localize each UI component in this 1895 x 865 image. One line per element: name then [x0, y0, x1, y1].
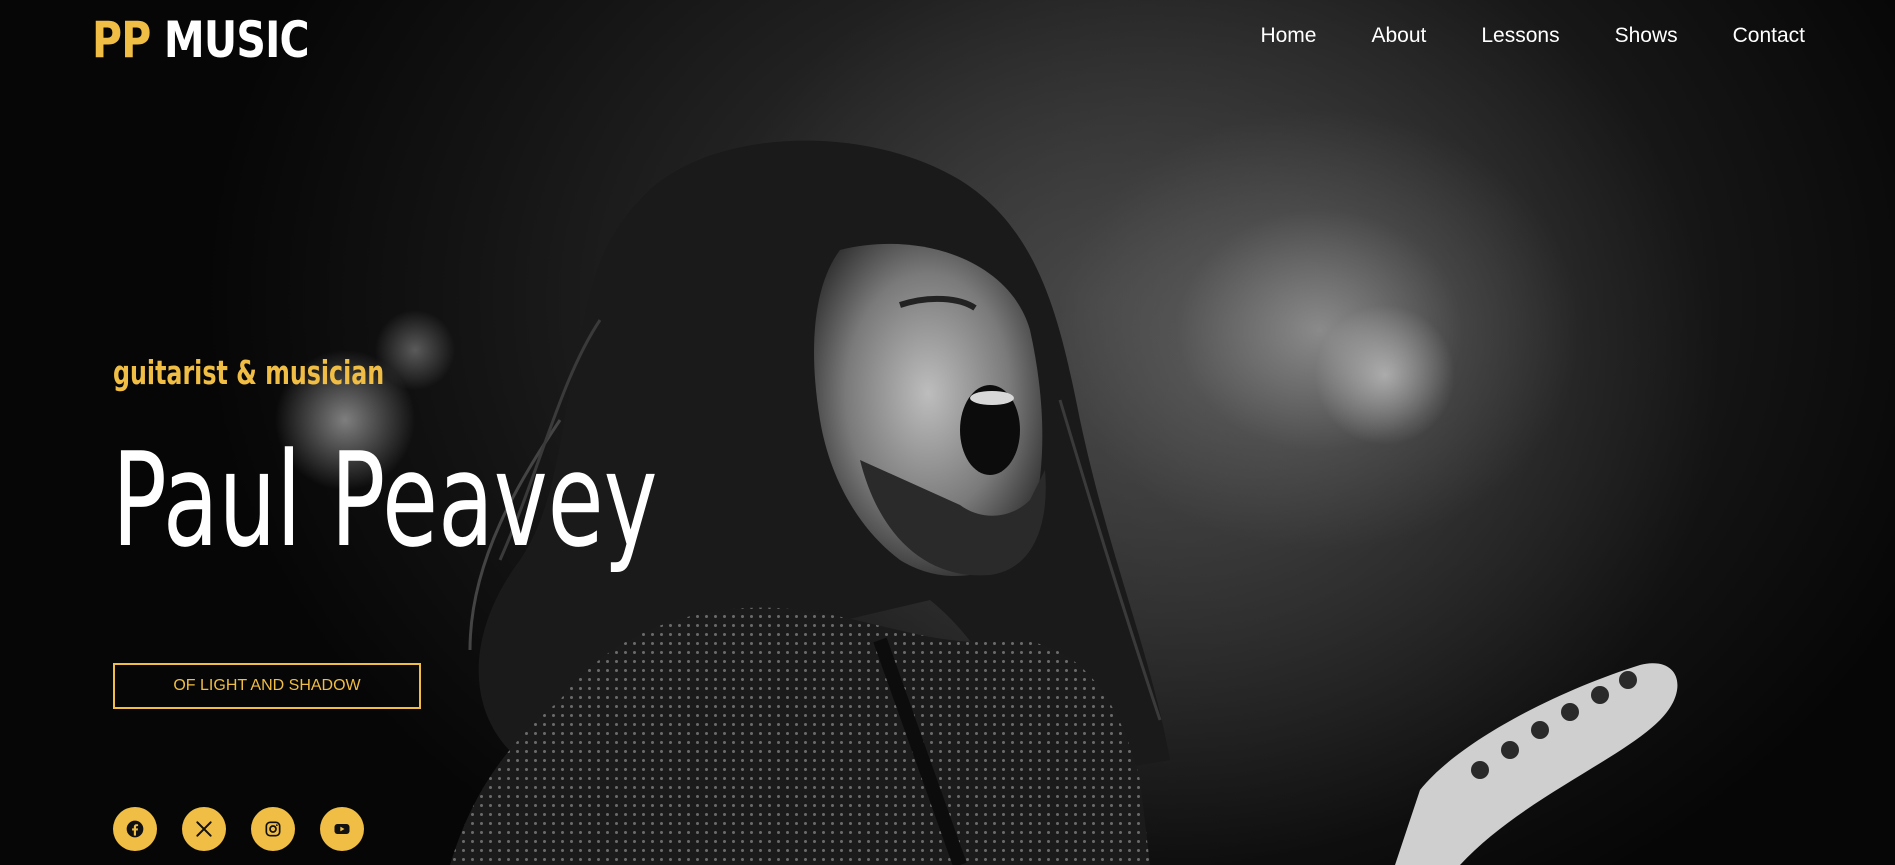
- logo-music-text: MUSIC: [163, 11, 310, 69]
- nav-shows-link[interactable]: Shows: [1615, 22, 1678, 50]
- nav-lessons-link[interactable]: Lessons: [1481, 22, 1559, 50]
- instagram-link[interactable]: [251, 807, 295, 851]
- main-navigation: Home About Lessons Shows Contact: [1205, 22, 1805, 50]
- nav-contact-link[interactable]: Contact: [1733, 22, 1805, 50]
- social-links: [113, 807, 364, 851]
- hero-section: PP MUSIC Home About Lessons Shows Contac…: [0, 0, 1895, 865]
- youtube-icon: [334, 824, 350, 834]
- nav-home-link[interactable]: Home: [1260, 22, 1316, 50]
- hero-cta-button[interactable]: OF LIGHT AND SHADOW: [113, 663, 421, 709]
- nav-about-link[interactable]: About: [1371, 22, 1426, 50]
- logo-pp-text: PP: [92, 11, 151, 69]
- x-link[interactable]: [182, 807, 226, 851]
- youtube-link[interactable]: [320, 807, 364, 851]
- site-logo[interactable]: PP MUSIC: [92, 10, 310, 70]
- facebook-icon: [126, 820, 144, 838]
- x-icon: [196, 821, 212, 837]
- hero-title: Paul Peavey: [112, 424, 658, 576]
- hero-subtitle: guitarist & musician: [113, 353, 385, 392]
- instagram-icon: [265, 821, 281, 837]
- facebook-link[interactable]: [113, 807, 157, 851]
